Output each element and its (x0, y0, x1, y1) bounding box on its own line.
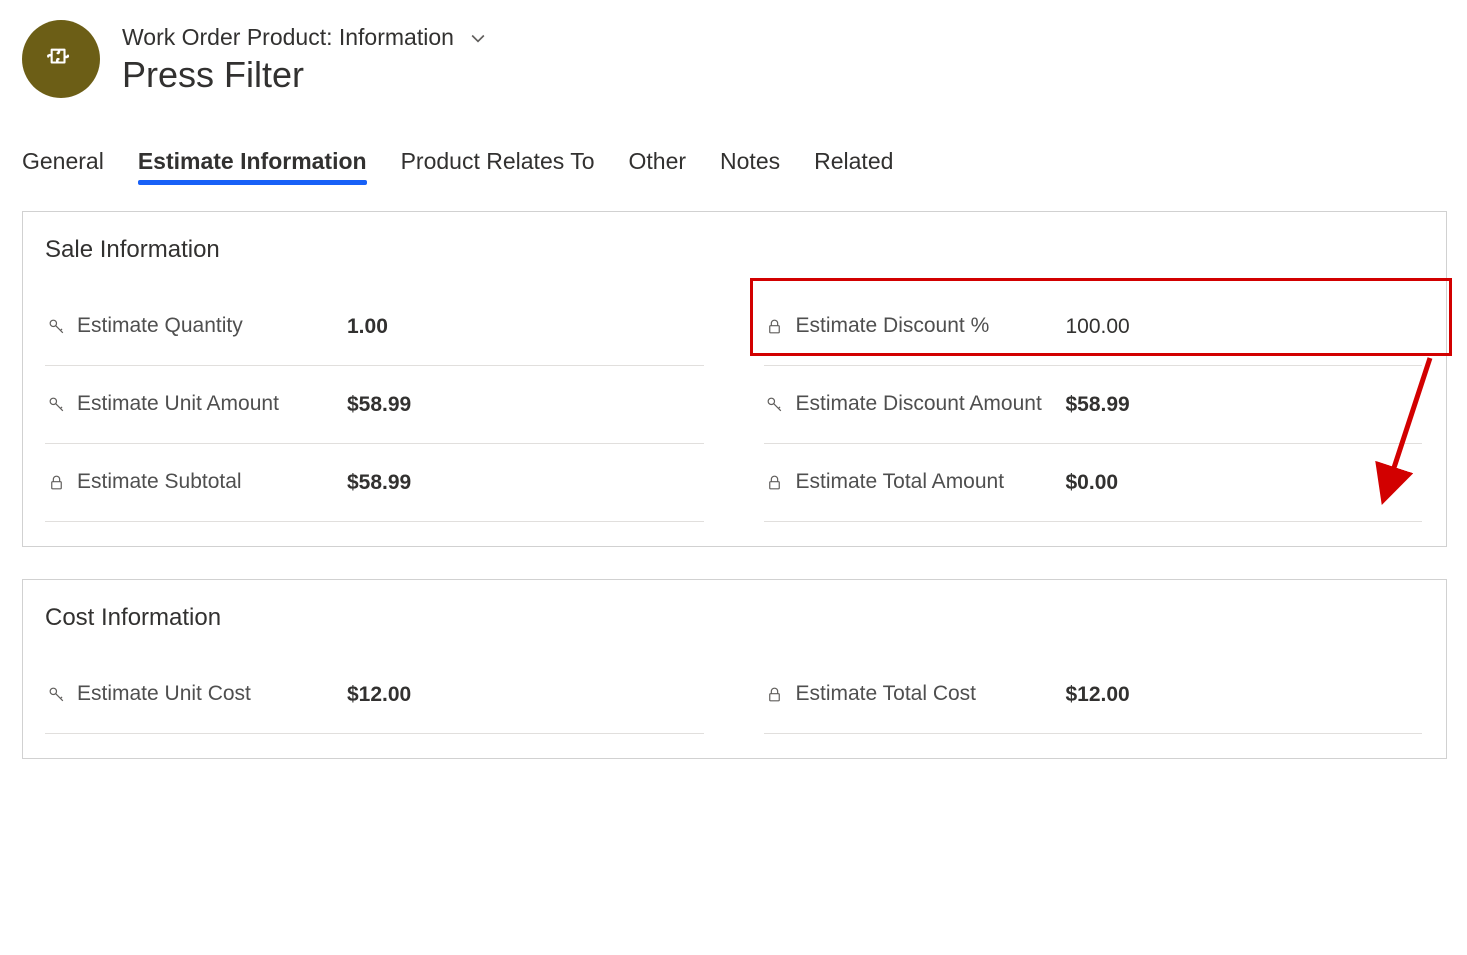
field-label: Estimate Unit Amount (77, 390, 337, 418)
key-icon (764, 395, 786, 414)
field-value: $58.99 (1066, 393, 1423, 417)
tab-notes[interactable]: Notes (720, 148, 780, 183)
field-estimate-quantity[interactable]: Estimate Quantity 1.00 (45, 288, 704, 366)
field-estimate-total-cost[interactable]: Estimate Total Cost $12.00 (764, 656, 1423, 734)
field-label: Estimate Quantity (77, 312, 337, 340)
form-selector[interactable]: Work Order Product: Information (122, 24, 488, 51)
field-value: $0.00 (1066, 471, 1423, 495)
field-estimate-unit-cost[interactable]: Estimate Unit Cost $12.00 (45, 656, 704, 734)
field-value: $12.00 (347, 683, 704, 707)
tab-other[interactable]: Other (629, 148, 687, 183)
section-sale-information: Sale Information Estimate Quantity 1.00 … (22, 211, 1447, 547)
sale-right-column: Estimate Discount % 100.00 Estimate Disc… (764, 288, 1423, 522)
field-estimate-unit-amount[interactable]: Estimate Unit Amount $58.99 (45, 366, 704, 444)
key-icon (45, 685, 67, 704)
key-icon (45, 395, 67, 414)
field-label: Estimate Total Amount (796, 468, 1056, 496)
field-label: Estimate Discount % (796, 312, 1056, 340)
field-label: Estimate Total Cost (796, 680, 1056, 708)
field-estimate-total-amount[interactable]: Estimate Total Amount $0.00 (764, 444, 1423, 522)
field-value: $12.00 (1066, 683, 1423, 707)
field-label: Estimate Unit Cost (77, 680, 337, 708)
cost-right-column: Estimate Total Cost $12.00 (764, 656, 1423, 734)
tab-product-relates-to[interactable]: Product Relates To (401, 148, 595, 183)
record-header: Work Order Product: Information Press Fi… (22, 20, 1447, 98)
section-cost-information: Cost Information Estimate Unit Cost $12.… (22, 579, 1447, 759)
lock-icon (764, 317, 786, 336)
field-value: 1.00 (347, 315, 704, 339)
cost-left-column: Estimate Unit Cost $12.00 (45, 656, 704, 734)
field-estimate-subtotal[interactable]: Estimate Subtotal $58.99 (45, 444, 704, 522)
entity-avatar (22, 20, 100, 98)
field-label: Estimate Discount Amount (796, 390, 1056, 418)
tab-general[interactable]: General (22, 148, 104, 183)
field-estimate-discount-percent[interactable]: Estimate Discount % 100.00 (764, 288, 1423, 366)
tab-related[interactable]: Related (814, 148, 893, 183)
section-title-cost: Cost Information (45, 604, 1422, 632)
section-title-sale: Sale Information (45, 236, 1422, 264)
field-label: Estimate Subtotal (77, 468, 337, 496)
record-title: Press Filter (122, 55, 488, 95)
key-icon (45, 317, 67, 336)
sale-left-column: Estimate Quantity 1.00 Estimate Unit Amo… (45, 288, 704, 522)
lock-icon (764, 685, 786, 704)
tab-estimate-information[interactable]: Estimate Information (138, 148, 367, 183)
breadcrumb-label: Work Order Product: Information (122, 24, 454, 51)
tab-bar: General Estimate Information Product Rel… (22, 148, 1447, 183)
field-value: $58.99 (347, 471, 704, 495)
field-estimate-discount-amount[interactable]: Estimate Discount Amount $58.99 (764, 366, 1423, 444)
lock-icon (45, 473, 67, 492)
puzzle-icon (47, 45, 75, 73)
chevron-down-icon (468, 27, 488, 47)
lock-icon (764, 473, 786, 492)
field-value: $58.99 (347, 393, 704, 417)
field-value: 100.00 (1066, 315, 1423, 339)
